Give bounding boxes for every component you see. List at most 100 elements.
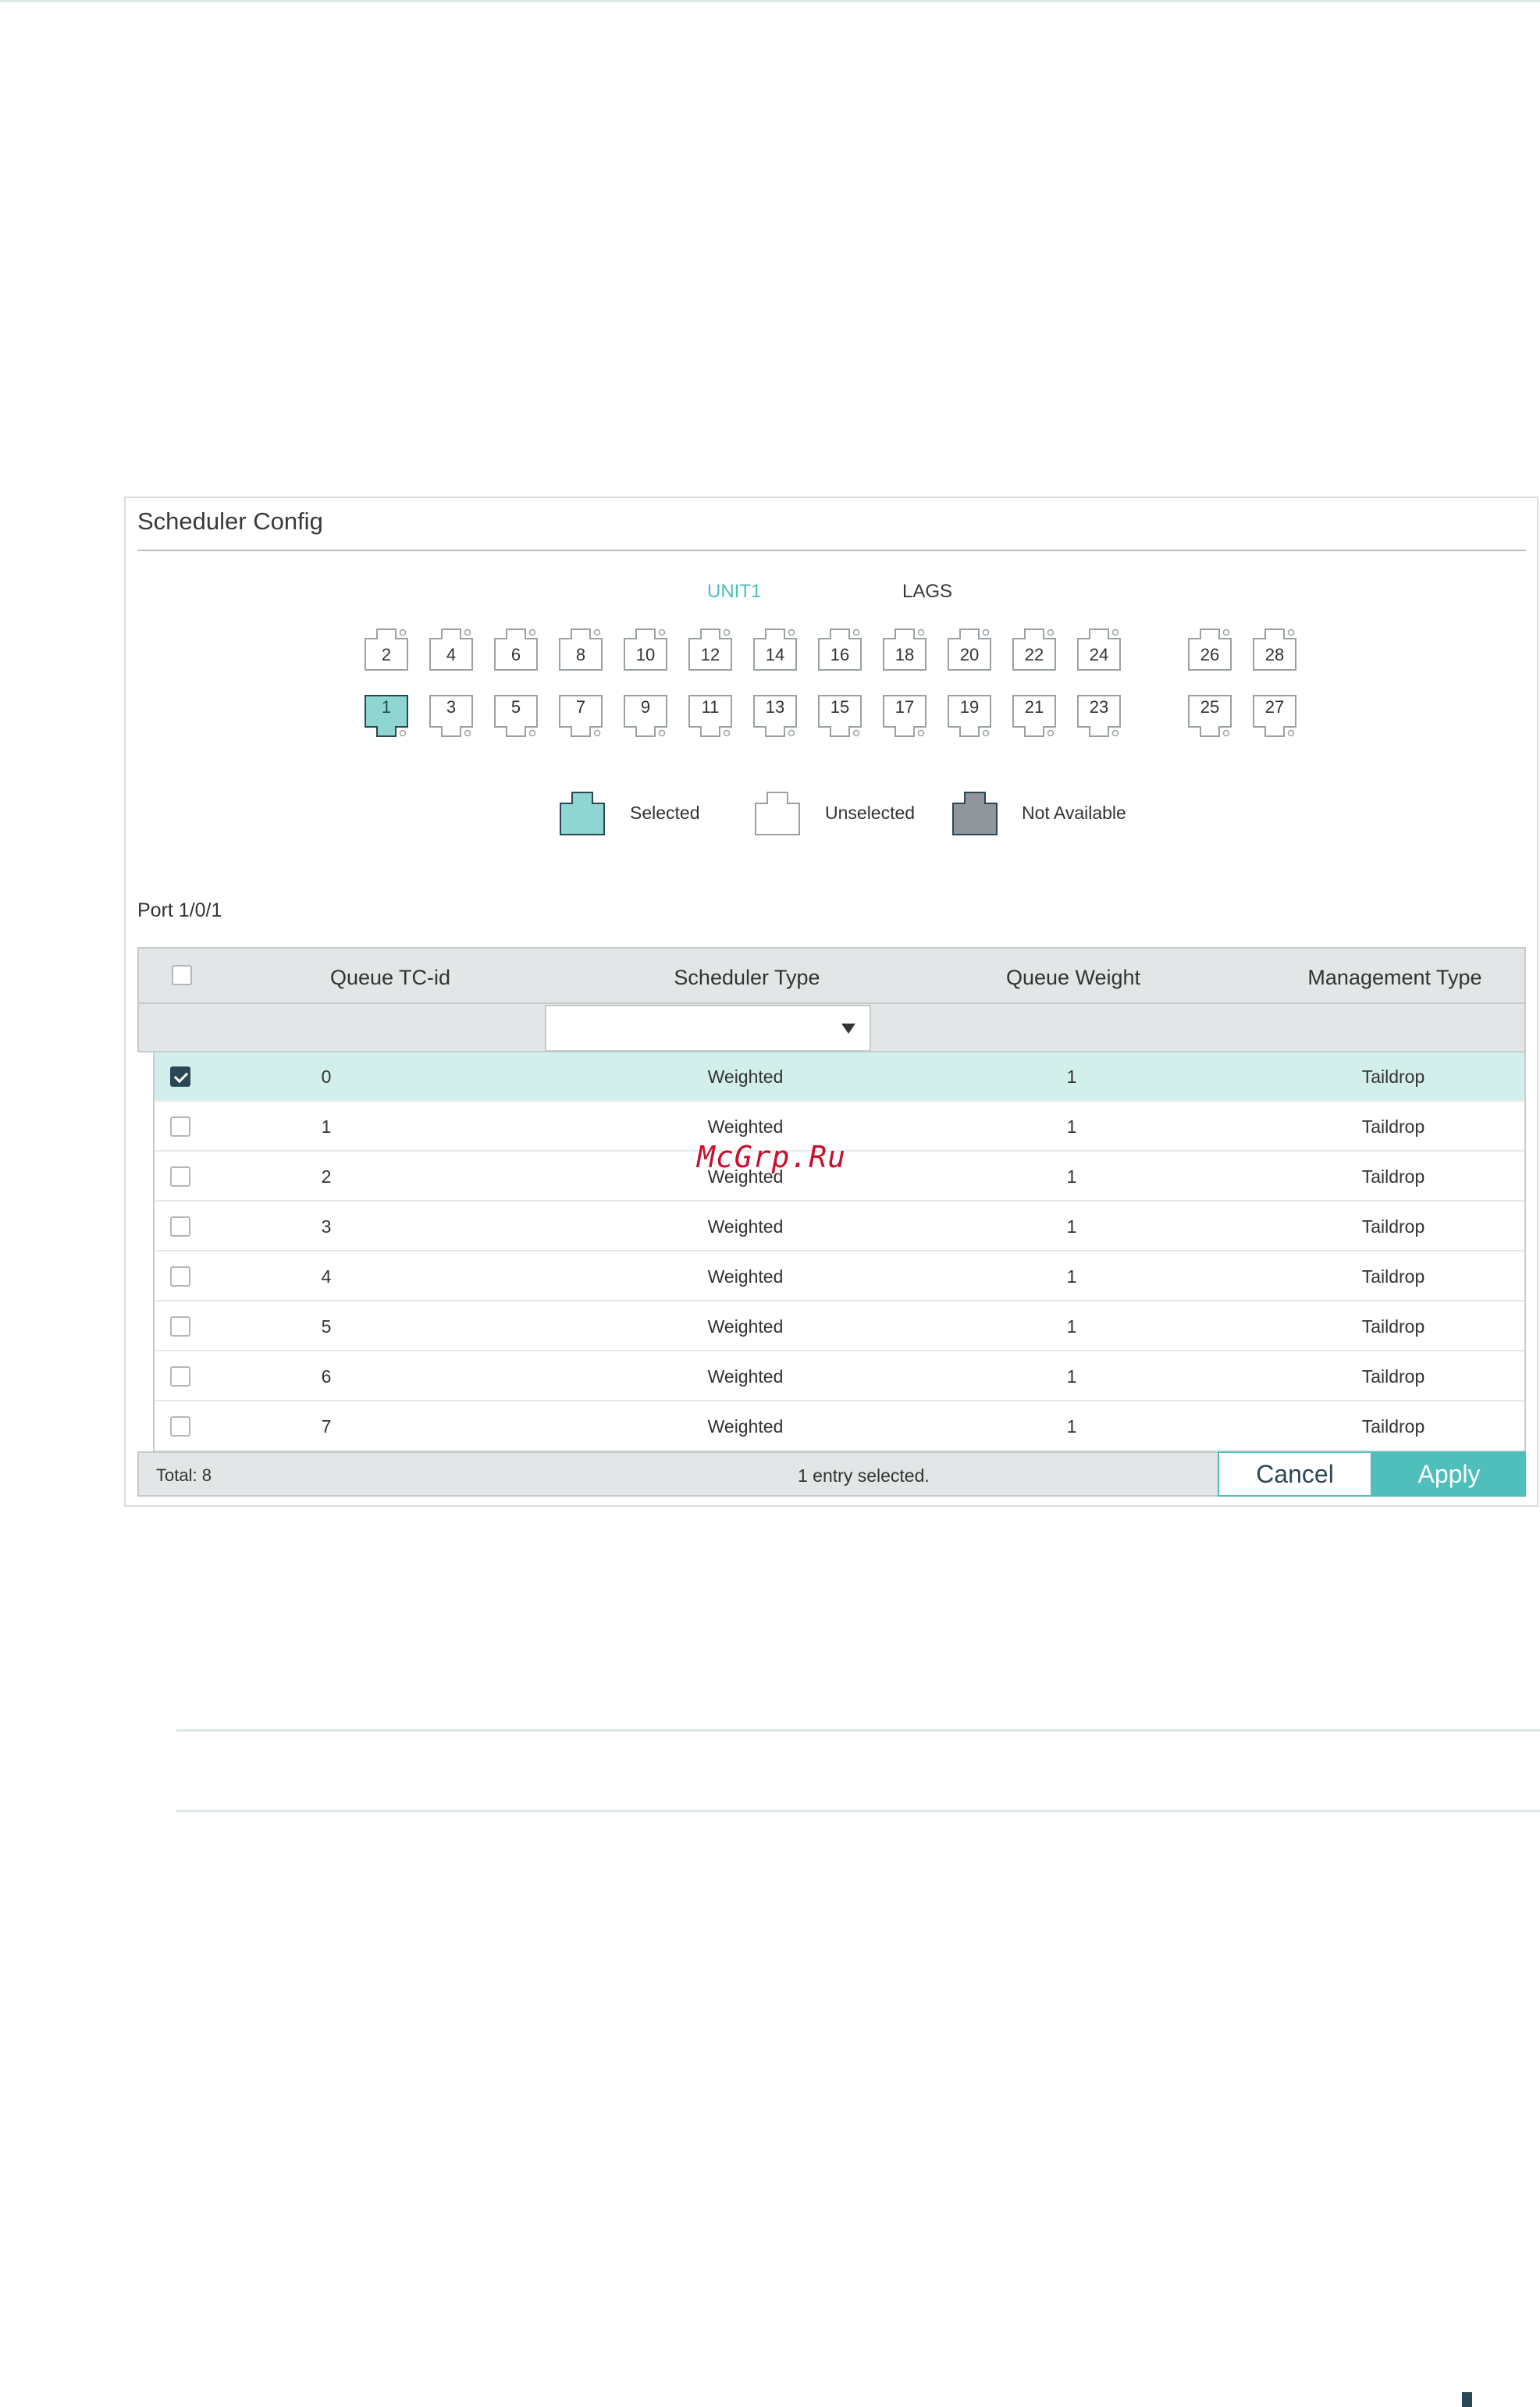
port-4[interactable]: 4 bbox=[429, 626, 474, 671]
port-number: 1 bbox=[381, 697, 392, 717]
cell-management-type: Taildrop bbox=[1361, 1166, 1425, 1187]
port-number: 16 bbox=[830, 645, 850, 664]
cancel-button[interactable]: Cancel bbox=[1218, 1451, 1372, 1497]
row-checkbox[interactable] bbox=[170, 1316, 190, 1337]
cell-queue-weight: 1 bbox=[1066, 1366, 1077, 1387]
top-rule bbox=[0, 0, 1540, 2]
table-row[interactable]: 7 Weighted 1 Taildrop bbox=[153, 1402, 1526, 1451]
cell-management-type: Taildrop bbox=[1361, 1216, 1425, 1237]
port-5[interactable]: 5 bbox=[493, 694, 539, 739]
cell-queue-weight: 1 bbox=[1066, 1416, 1077, 1437]
port-11[interactable]: 11 bbox=[688, 694, 733, 739]
cell-management-type: Taildrop bbox=[1361, 1366, 1425, 1387]
not-available-port-legend-icon bbox=[951, 791, 998, 836]
port-2[interactable]: 2 bbox=[364, 626, 409, 671]
port-27[interactable]: 27 bbox=[1252, 694, 1297, 739]
row-checkbox[interactable] bbox=[170, 1166, 190, 1187]
port-number: 18 bbox=[894, 645, 915, 664]
table-row[interactable]: 3 Weighted 1 Taildrop bbox=[153, 1202, 1526, 1252]
port-19[interactable]: 19 bbox=[947, 694, 992, 739]
port-7[interactable]: 7 bbox=[558, 694, 603, 739]
port-number: 17 bbox=[894, 697, 915, 717]
port-10[interactable]: 10 bbox=[623, 626, 668, 671]
cell-management-type: Taildrop bbox=[1361, 1416, 1425, 1437]
selection-status: 1 entry selected. bbox=[798, 1465, 930, 1486]
header-queue-weight[interactable]: Queue Weight bbox=[956, 966, 1190, 990]
cell-management-type: Taildrop bbox=[1361, 1266, 1425, 1287]
port-14[interactable]: 14 bbox=[752, 626, 798, 671]
port-8[interactable]: 8 bbox=[558, 626, 603, 671]
table-row[interactable]: 4 Weighted 1 Taildrop bbox=[153, 1252, 1526, 1301]
port-1[interactable]: 1 bbox=[364, 694, 409, 739]
table-row[interactable]: 0 Weighted 1 Taildrop bbox=[153, 1052, 1526, 1102]
port-number: 28 bbox=[1264, 645, 1285, 664]
port-number: 7 bbox=[575, 697, 586, 717]
port-28[interactable]: 28 bbox=[1252, 626, 1297, 671]
row-checkbox[interactable] bbox=[170, 1416, 190, 1437]
port-17[interactable]: 17 bbox=[882, 694, 927, 739]
panel-title: Scheduler Config bbox=[137, 507, 323, 535]
port-number: 23 bbox=[1089, 697, 1109, 717]
apply-button[interactable]: Apply bbox=[1372, 1451, 1526, 1497]
port-number: 27 bbox=[1264, 697, 1285, 717]
row-checkbox[interactable] bbox=[170, 1116, 190, 1137]
cell-queue-tc-id: 5 bbox=[321, 1316, 332, 1337]
port-number: 3 bbox=[446, 697, 457, 717]
port-number: 24 bbox=[1089, 645, 1109, 664]
port-23[interactable]: 23 bbox=[1076, 694, 1122, 739]
port-number: 22 bbox=[1024, 645, 1044, 664]
port-24[interactable]: 24 bbox=[1076, 626, 1122, 671]
port-26[interactable]: 26 bbox=[1187, 626, 1232, 671]
row-checkbox[interactable] bbox=[170, 1066, 190, 1087]
port-number: 21 bbox=[1024, 697, 1044, 717]
cell-scheduler-type: Weighted bbox=[707, 1316, 784, 1337]
cell-management-type: Taildrop bbox=[1361, 1066, 1425, 1087]
tab-unit1[interactable]: UNIT1 bbox=[707, 581, 761, 603]
port-20[interactable]: 20 bbox=[947, 626, 992, 671]
port-12[interactable]: 12 bbox=[688, 626, 733, 671]
port-22[interactable]: 22 bbox=[1012, 626, 1057, 671]
port-18[interactable]: 18 bbox=[882, 626, 927, 671]
port-number: 12 bbox=[700, 645, 720, 664]
unselected-port-legend-icon bbox=[754, 791, 801, 836]
cell-scheduler-type: Weighted bbox=[707, 1416, 784, 1437]
cell-queue-tc-id: 2 bbox=[321, 1166, 332, 1187]
port-15[interactable]: 15 bbox=[817, 694, 862, 739]
port-13[interactable]: 13 bbox=[752, 694, 798, 739]
port-number: 9 bbox=[640, 697, 651, 717]
port-number: 13 bbox=[765, 697, 785, 717]
legend-selected-label: Selected bbox=[630, 803, 700, 823]
cell-queue-tc-id: 4 bbox=[321, 1266, 332, 1287]
table-row[interactable]: 5 Weighted 1 Taildrop bbox=[153, 1302, 1526, 1351]
cell-management-type: Taildrop bbox=[1361, 1316, 1425, 1337]
cell-queue-weight: 1 bbox=[1066, 1116, 1077, 1137]
header-scheduler-type[interactable]: Scheduler Type bbox=[630, 966, 864, 990]
tab-lags[interactable]: LAGS bbox=[902, 581, 952, 603]
port-21[interactable]: 21 bbox=[1012, 694, 1057, 739]
port-6[interactable]: 6 bbox=[493, 626, 539, 671]
cell-queue-weight: 1 bbox=[1066, 1216, 1077, 1237]
cell-scheduler-type: Weighted bbox=[707, 1116, 784, 1137]
port-3[interactable]: 3 bbox=[429, 694, 474, 739]
divider-line bbox=[176, 1729, 1540, 1732]
header-management-type[interactable]: Management Type bbox=[1262, 966, 1528, 990]
row-checkbox[interactable] bbox=[170, 1366, 190, 1387]
cell-management-type: Taildrop bbox=[1361, 1116, 1425, 1137]
port-9[interactable]: 9 bbox=[623, 694, 668, 739]
corner-mark bbox=[1462, 2392, 1472, 2407]
panel-title-divider bbox=[137, 550, 1526, 551]
table-right-border bbox=[1524, 1052, 1526, 1453]
cell-queue-weight: 1 bbox=[1066, 1316, 1077, 1337]
select-all-checkbox[interactable] bbox=[172, 965, 192, 985]
port-25[interactable]: 25 bbox=[1187, 694, 1232, 739]
row-checkbox[interactable] bbox=[170, 1216, 190, 1237]
divider-line bbox=[176, 1810, 1540, 1812]
row-checkbox[interactable] bbox=[170, 1266, 190, 1287]
cell-scheduler-type: Weighted bbox=[707, 1066, 784, 1087]
port-number: 25 bbox=[1200, 697, 1220, 717]
header-queue-tc-id[interactable]: Queue TC-id bbox=[312, 966, 468, 990]
table-row[interactable]: 6 Weighted 1 Taildrop bbox=[153, 1352, 1526, 1401]
scheduler-type-select[interactable] bbox=[545, 1005, 871, 1052]
port-16[interactable]: 16 bbox=[817, 626, 862, 671]
total-count: Total: 8 bbox=[156, 1465, 212, 1485]
